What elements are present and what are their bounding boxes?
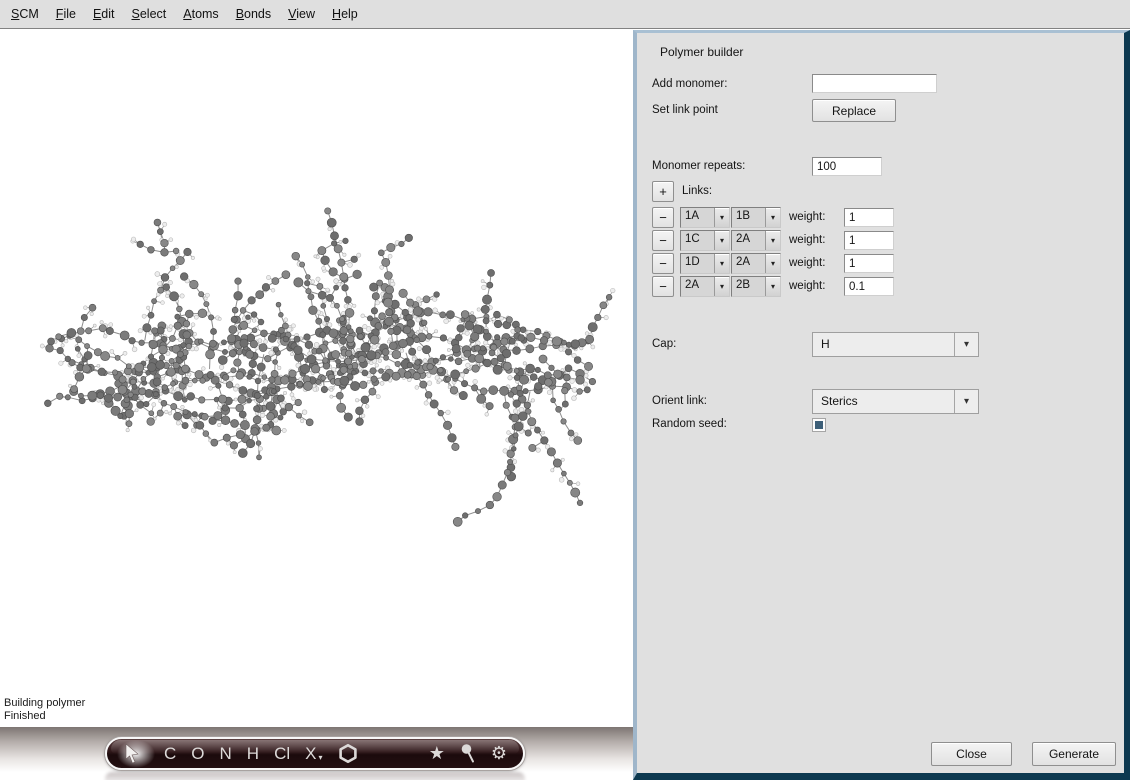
link-from-value-3: 1D [681,254,714,273]
random-seed-checkbox[interactable] [813,419,825,431]
link-from-select-3[interactable]: 1D ▾ [680,253,730,274]
close-button[interactable]: Close [931,742,1012,766]
balloon-tool-button[interactable] [460,743,476,764]
link-to-value-3: 2A [732,254,765,273]
weight-label-4: weight: [789,280,825,292]
cap-label: Cap: [652,338,676,350]
link-to-select-4[interactable]: 2B ▾ [731,276,781,297]
add-monomer-input[interactable] [812,74,937,93]
link-from-value-2: 1C [681,231,714,250]
link-to-select-3[interactable]: 2A ▾ [731,253,781,274]
link-to-value-1: 1B [732,208,765,227]
monomer-repeats-input[interactable] [812,157,882,176]
weight-label-3: weight: [789,257,825,269]
polymer-builder-panel: Polymer builder Add monomer: Set link po… [633,30,1130,780]
molecule-canvas[interactable] [18,145,618,615]
links-label: Links: [682,185,712,197]
chevron-down-icon[interactable]: ▾ [714,277,729,296]
toolbar-strip: C O N H Cl X ▾ ★ [0,727,633,780]
settings-gear-button[interactable]: ⚙ [491,737,507,770]
monomer-repeats-label: Monomer repeats: [652,160,745,172]
chevron-down-icon[interactable]: ▾ [714,254,729,273]
link-from-select-2[interactable]: 1C ▾ [680,230,730,251]
element-o-button[interactable]: O [191,737,204,770]
menu-scm[interactable]: SCM [9,5,41,23]
chevron-down-icon[interactable]: ▾ [765,208,780,227]
link-to-value-4: 2B [732,277,765,296]
weight-label-1: weight: [789,211,825,223]
element-c-button[interactable]: C [164,737,176,770]
link-to-select-2[interactable]: 2A ▾ [731,230,781,251]
hexagon-ring-icon [338,743,358,764]
menu-edit[interactable]: Edit [91,5,117,23]
add-link-button[interactable]: + [652,181,674,202]
link-from-value-1: 1A [681,208,714,227]
orient-link-select[interactable]: Sterics ▾ [812,389,979,414]
chevron-down-icon[interactable]: ▾ [765,277,780,296]
molecule-viewport[interactable]: Building polymer Finished C O N H Cl X [0,30,633,780]
remove-link-button-4[interactable]: − [652,276,674,297]
chevron-down-icon[interactable]: ▾ [714,231,729,250]
menu-bonds[interactable]: Bonds [234,5,273,23]
cap-value: H [813,333,954,356]
element-cl-button[interactable]: Cl [274,737,290,770]
menu-select[interactable]: Select [130,5,169,23]
cursor-arrow-icon [123,743,141,765]
menu-atoms[interactable]: Atoms [181,5,220,23]
menubar: SCM File Edit Select Atoms Bonds View He… [0,0,1130,29]
add-monomer-label: Add monomer: [652,78,727,90]
weight-input-4[interactable] [844,277,894,296]
link-from-value-4: 2A [681,277,714,296]
menu-file[interactable]: File [54,5,78,23]
remove-link-button-2[interactable]: − [652,230,674,251]
balloon-icon [460,743,476,764]
element-toolbar: C O N H Cl X ▾ ★ [105,737,525,770]
element-n-button[interactable]: N [220,737,232,770]
orient-link-value: Sterics [813,390,954,413]
status-line-2: Finished [4,710,85,723]
link-from-select-1[interactable]: 1A ▾ [680,207,730,228]
ring-structure-tool[interactable] [338,743,358,764]
generate-button[interactable]: Generate [1032,742,1116,766]
link-to-select-1[interactable]: 1B ▾ [731,207,781,228]
menu-view[interactable]: View [286,5,317,23]
select-cursor-tool[interactable] [123,740,149,768]
chevron-down-icon[interactable]: ▾ [954,390,978,413]
weight-input-1[interactable] [844,208,894,227]
menu-help[interactable]: Help [330,5,360,23]
app-window: SCM File Edit Select Atoms Bonds View He… [0,0,1130,780]
orient-link-label: Orient link: [652,395,707,407]
status-text: Building polymer Finished [4,697,85,723]
chevron-down-icon[interactable]: ▾ [954,333,978,356]
status-line-1: Building polymer [4,697,85,710]
remove-link-button-3[interactable]: − [652,253,674,274]
replace-button[interactable]: Replace [812,99,896,122]
chevron-down-icon[interactable]: ▾ [765,231,780,250]
weight-input-2[interactable] [844,231,894,250]
favorites-star-button[interactable]: ★ [429,737,445,770]
link-to-value-2: 2A [732,231,765,250]
element-h-button[interactable]: H [247,737,259,770]
element-x-label: X [305,737,316,770]
element-x-button[interactable]: X ▾ [305,733,322,774]
panel-title: Polymer builder [660,45,743,59]
weight-input-3[interactable] [844,254,894,273]
set-link-point-label: Set link point [652,104,718,116]
chevron-down-icon[interactable]: ▾ [714,208,729,227]
element-x-dropdown-arrow-icon: ▾ [318,741,322,774]
cap-select[interactable]: H ▾ [812,332,979,357]
link-from-select-4[interactable]: 2A ▾ [680,276,730,297]
chevron-down-icon[interactable]: ▾ [765,254,780,273]
random-seed-label: Random seed: [652,418,727,430]
remove-link-button-1[interactable]: − [652,207,674,228]
weight-label-2: weight: [789,234,825,246]
